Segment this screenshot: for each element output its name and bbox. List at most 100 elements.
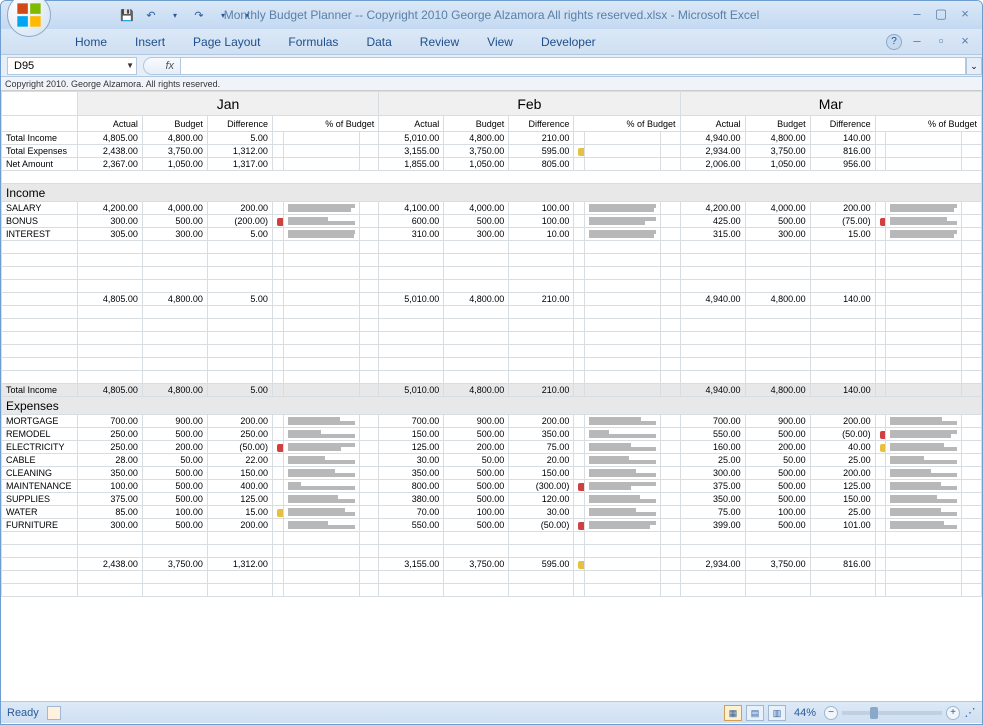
cell[interactable] xyxy=(886,132,962,145)
cell[interactable]: 1,050.00 xyxy=(745,158,810,171)
normal-view-button[interactable]: ▦ xyxy=(724,705,742,721)
cell[interactable]: 500.00 xyxy=(142,493,207,506)
cell[interactable]: 600.00 xyxy=(379,215,444,228)
cell[interactable]: 900.00 xyxy=(142,415,207,428)
cell[interactable]: 75.00 xyxy=(509,441,574,454)
cell[interactable]: 5,010.00 xyxy=(379,384,444,397)
cell[interactable]: 210.00 xyxy=(509,132,574,145)
cell[interactable]: 200.00 xyxy=(509,415,574,428)
cell[interactable]: 500.00 xyxy=(745,467,810,480)
spreadsheet-area[interactable]: JanFebMarActualBudgetDifference% of Budg… xyxy=(1,91,982,701)
ribbon-tab-review[interactable]: Review xyxy=(406,31,473,53)
ribbon-minimize-button[interactable]: – xyxy=(908,34,926,50)
cell[interactable]: 500.00 xyxy=(142,215,207,228)
cell[interactable]: 5,010.00 xyxy=(379,293,444,306)
cell[interactable]: 3,750.00 xyxy=(745,145,810,158)
cell[interactable]: 4,800.00 xyxy=(745,384,810,397)
cell[interactable]: 4,940.00 xyxy=(680,293,745,306)
cell[interactable]: 4,800.00 xyxy=(745,293,810,306)
cell[interactable]: 5,010.00 xyxy=(379,132,444,145)
cell[interactable]: 500.00 xyxy=(444,493,509,506)
ribbon-restore-button[interactable]: ▫ xyxy=(932,34,950,50)
cell[interactable]: 100.00 xyxy=(509,202,574,215)
cell[interactable]: 50.00 xyxy=(745,454,810,467)
cell[interactable]: 4,800.00 xyxy=(142,132,207,145)
cell[interactable]: 300.00 xyxy=(444,228,509,241)
cell[interactable]: 816.00 xyxy=(810,145,875,158)
help-button[interactable]: ? xyxy=(886,34,902,50)
qat-customize[interactable]: ▾ xyxy=(237,5,257,25)
cell[interactable]: 500.00 xyxy=(142,428,207,441)
cell[interactable]: 100.00 xyxy=(444,506,509,519)
insert-function-button[interactable]: fx xyxy=(143,57,181,75)
cell[interactable]: 125.00 xyxy=(207,493,272,506)
cell[interactable]: 20.00 xyxy=(509,454,574,467)
cell[interactable]: 500.00 xyxy=(745,493,810,506)
cell[interactable]: 375.00 xyxy=(680,480,745,493)
cell[interactable]: 150.00 xyxy=(509,467,574,480)
page-layout-view-button[interactable]: ▤ xyxy=(746,705,764,721)
cell[interactable]: 2,438.00 xyxy=(77,558,142,571)
cell[interactable]: 2,934.00 xyxy=(680,558,745,571)
cell[interactable]: 500.00 xyxy=(142,519,207,532)
cell[interactable]: 3,155.00 xyxy=(379,558,444,571)
save-button[interactable]: 💾 xyxy=(117,5,137,25)
cell[interactable]: 399.00 xyxy=(680,519,745,532)
minimize-button[interactable]: – xyxy=(908,7,926,23)
cell[interactable] xyxy=(283,132,359,145)
cell[interactable]: 4,800.00 xyxy=(142,293,207,306)
cell[interactable]: 4,800.00 xyxy=(444,132,509,145)
cell[interactable]: 100.00 xyxy=(142,506,207,519)
cell[interactable]: 4,800.00 xyxy=(745,132,810,145)
undo-dropdown[interactable]: ▾ xyxy=(165,5,185,25)
cell[interactable]: 85.00 xyxy=(77,506,142,519)
cell[interactable]: 550.00 xyxy=(680,428,745,441)
cell[interactable]: 3,155.00 xyxy=(379,145,444,158)
cell[interactable]: 805.00 xyxy=(509,158,574,171)
cell[interactable]: 50.00 xyxy=(142,454,207,467)
cell[interactable]: 4,805.00 xyxy=(77,132,142,145)
cell[interactable]: 300.00 xyxy=(745,228,810,241)
cell[interactable]: 700.00 xyxy=(680,415,745,428)
cell[interactable] xyxy=(283,145,359,158)
ribbon-tab-formulas[interactable]: Formulas xyxy=(274,31,352,53)
cell[interactable]: 40.00 xyxy=(810,441,875,454)
cell[interactable]: 150.00 xyxy=(810,493,875,506)
cell[interactable]: 5.00 xyxy=(207,228,272,241)
cell[interactable]: 956.00 xyxy=(810,158,875,171)
cell[interactable]: 200.00 xyxy=(745,441,810,454)
undo-button[interactable]: ↶ xyxy=(141,5,161,25)
cell[interactable]: 15.00 xyxy=(207,506,272,519)
cell[interactable]: 100.00 xyxy=(745,506,810,519)
cell[interactable]: 250.00 xyxy=(207,428,272,441)
cell[interactable] xyxy=(886,158,962,171)
macro-record-button[interactable] xyxy=(47,706,61,720)
cell[interactable]: 4,200.00 xyxy=(77,202,142,215)
cell[interactable]: 4,800.00 xyxy=(142,384,207,397)
cell[interactable]: 500.00 xyxy=(444,215,509,228)
cell[interactable]: 4,100.00 xyxy=(379,202,444,215)
cell[interactable]: 125.00 xyxy=(810,480,875,493)
cell[interactable]: 70.00 xyxy=(379,506,444,519)
cell[interactable]: (50.00) xyxy=(207,441,272,454)
cell[interactable]: 4,805.00 xyxy=(77,293,142,306)
cell[interactable]: 500.00 xyxy=(444,467,509,480)
cell[interactable]: 2,934.00 xyxy=(680,145,745,158)
cell[interactable]: 500.00 xyxy=(745,480,810,493)
cell[interactable]: 500.00 xyxy=(745,519,810,532)
cell[interactable]: 700.00 xyxy=(379,415,444,428)
close-button[interactable]: × xyxy=(956,7,974,23)
cell[interactable]: 500.00 xyxy=(444,428,509,441)
cell[interactable]: 250.00 xyxy=(77,428,142,441)
cell[interactable]: (50.00) xyxy=(810,428,875,441)
cell[interactable]: 75.00 xyxy=(680,506,745,519)
ribbon-tab-data[interactable]: Data xyxy=(352,31,405,53)
cell[interactable]: 25.00 xyxy=(810,506,875,519)
cell[interactable]: 25.00 xyxy=(680,454,745,467)
cell[interactable]: 350.00 xyxy=(379,467,444,480)
cell[interactable]: 250.00 xyxy=(77,441,142,454)
data-table[interactable]: JanFebMarActualBudgetDifference% of Budg… xyxy=(1,91,982,597)
cell[interactable]: 500.00 xyxy=(745,428,810,441)
cell[interactable] xyxy=(585,132,661,145)
cell[interactable]: 1,050.00 xyxy=(444,158,509,171)
